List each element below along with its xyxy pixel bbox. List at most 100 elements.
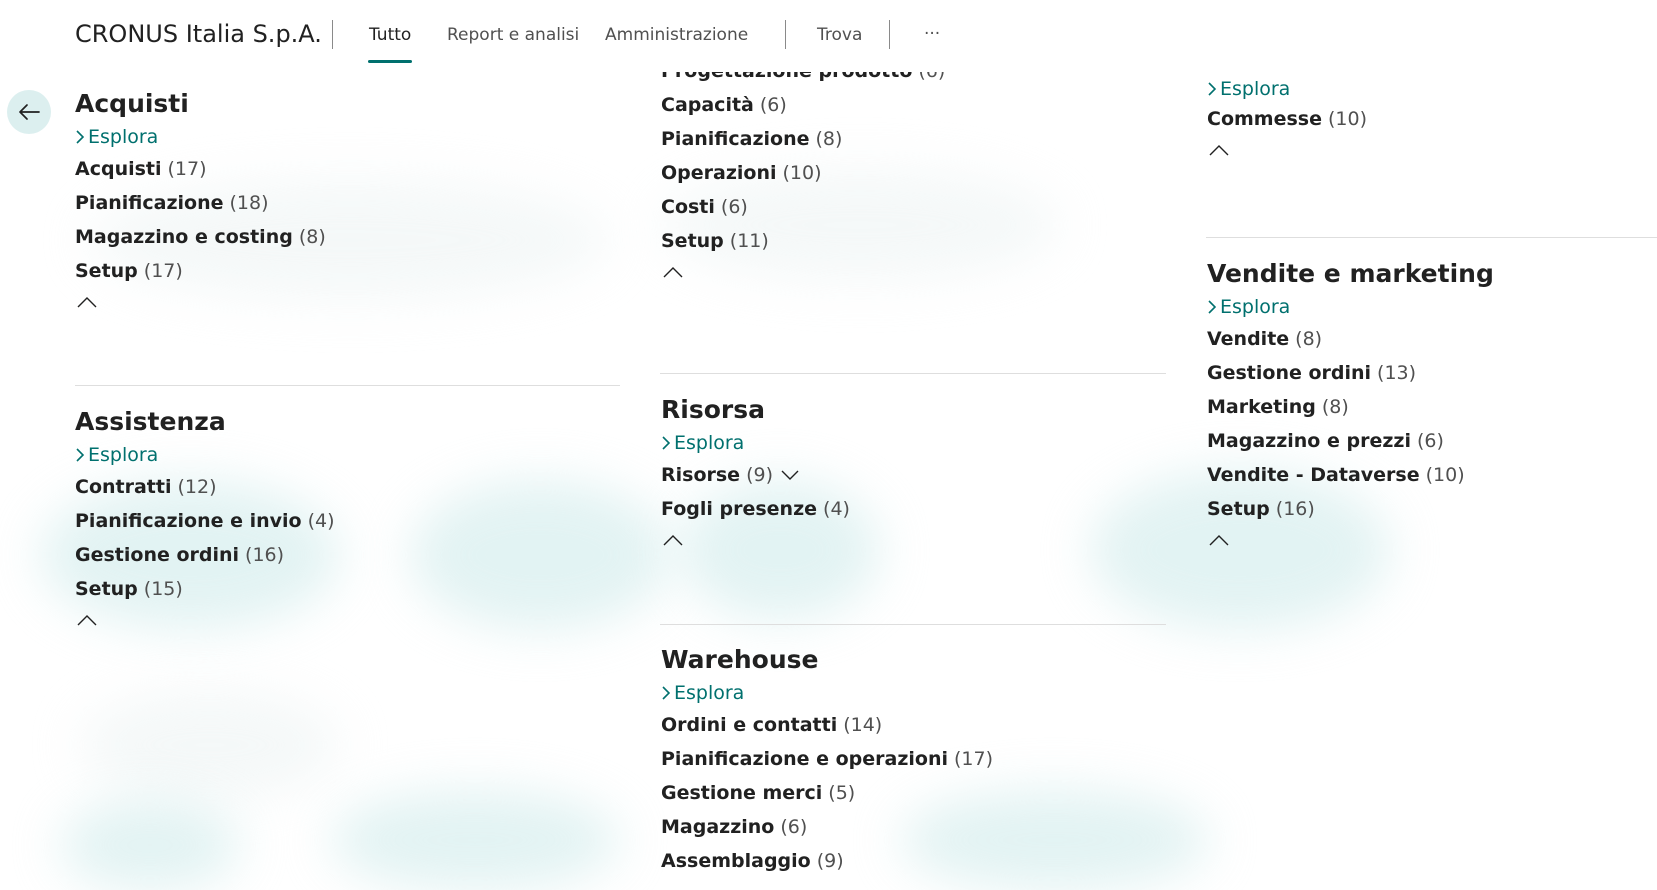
- list-item[interactable]: Setup (16): [1207, 492, 1494, 526]
- group-vendite-e-marketing: Vendite e marketing Esplora Vendite (8) G…: [1207, 256, 1494, 554]
- clipped-explore-wrapper: Esplora: [1207, 72, 1367, 104]
- item-count: (9): [816, 850, 844, 872]
- tab-report-e-analisi[interactable]: Report e analisi: [447, 25, 579, 45]
- list-item[interactable]: Risorse (9): [661, 458, 850, 492]
- collapse-button[interactable]: [661, 526, 850, 554]
- list-item[interactable]: Ordini e contatti (14): [661, 708, 993, 742]
- explore-label: Esplora: [674, 682, 745, 704]
- item-name: Setup: [75, 578, 138, 600]
- list-item[interactable]: Magazzino e costing (8): [75, 220, 326, 254]
- list-item[interactable]: Marketing (8): [1207, 390, 1494, 424]
- item-name: Magazzino: [661, 816, 775, 838]
- list-item[interactable]: Pianificazione (18): [75, 186, 326, 220]
- list-item[interactable]: Commesse (10): [1207, 102, 1367, 136]
- item-name: Costi: [661, 196, 715, 218]
- item-count: (16): [1275, 498, 1315, 520]
- item-count: (10): [782, 162, 822, 184]
- list-item[interactable]: Setup (11): [661, 224, 945, 258]
- item-name: Setup: [661, 230, 724, 252]
- group-title: Assistenza: [75, 407, 226, 436]
- list-item[interactable]: Gestione ordini (13): [1207, 356, 1494, 390]
- list-item[interactable]: Setup (15): [75, 572, 335, 606]
- item-name: Pianificazione: [75, 192, 224, 214]
- back-button[interactable]: [7, 90, 51, 134]
- item-count: (4): [307, 510, 335, 532]
- list-item[interactable]: Contratti (12): [75, 470, 335, 504]
- collapse-button[interactable]: [75, 606, 335, 634]
- explore-link[interactable]: Esplora: [661, 428, 850, 458]
- list-item[interactable]: Setup (17): [75, 254, 326, 288]
- tab-tutto[interactable]: Tutto: [369, 25, 411, 45]
- arrow-left-icon: [19, 104, 40, 120]
- chevron-up-icon: [77, 297, 97, 308]
- item-name: Vendite: [1207, 328, 1290, 350]
- list-item[interactable]: Operazioni (10): [661, 156, 945, 190]
- active-tab-indicator: [368, 60, 412, 63]
- list-item[interactable]: Pianificazione e invio (4): [75, 504, 335, 538]
- group-title: Vendite e marketing: [1207, 259, 1494, 288]
- list-item[interactable]: Acquisti (17): [75, 152, 326, 186]
- top-navigation-bar: CRONUS Italia S.p.A. Tutto Report e anal…: [0, 0, 1657, 72]
- list-item[interactable]: Pianificazione (8): [661, 122, 945, 156]
- item-name: Gestione ordini: [75, 544, 240, 566]
- list-item[interactable]: Vendite - Dataverse (10): [1207, 458, 1494, 492]
- item-count: (8): [1321, 396, 1349, 418]
- list-item[interactable]: Pianificazione e operazioni (17): [661, 742, 993, 776]
- list-item[interactable]: Magazzino e prezzi (6): [1207, 424, 1494, 458]
- item-count: (8): [1295, 328, 1323, 350]
- item-name: Operazioni: [661, 162, 777, 184]
- explore-link[interactable]: Esplora: [75, 440, 335, 470]
- list-item[interactable]: Gestione ordini (16): [75, 538, 335, 572]
- item-name: Assemblaggio: [661, 850, 811, 872]
- item-count: (4): [823, 498, 850, 520]
- item-name: Marketing: [1207, 396, 1316, 418]
- chevron-up-icon: [1209, 535, 1229, 546]
- explore-link[interactable]: Esplora: [1207, 74, 1367, 104]
- group-title: Acquisti: [75, 89, 189, 118]
- item-count: (8): [298, 226, 326, 248]
- chevron-right-icon: [1208, 82, 1216, 96]
- explore-label: Esplora: [674, 432, 745, 454]
- collapse-button[interactable]: [75, 288, 326, 316]
- collapse-button[interactable]: [1207, 526, 1494, 554]
- list-item[interactable]: Magazzino (6): [661, 810, 993, 844]
- list-item[interactable]: Vendite (8): [1207, 322, 1494, 356]
- tab-amministrazione[interactable]: Amministrazione: [605, 25, 748, 45]
- item-name: Pianificazione e invio: [75, 510, 302, 532]
- company-name[interactable]: CRONUS Italia S.p.A.: [75, 20, 322, 48]
- chevron-down-icon[interactable]: [781, 470, 799, 481]
- explore-link[interactable]: Esplora: [75, 122, 326, 152]
- explore-link[interactable]: Esplora: [1207, 292, 1494, 322]
- item-count: (10): [1425, 464, 1465, 486]
- group-warehouse: Warehouse Esplora Ordini e contatti (14) …: [661, 642, 993, 878]
- group-assistenza: Assistenza Esplora Contratti (12) Pianifi…: [75, 404, 335, 634]
- item-count: (5): [828, 782, 856, 804]
- item-count: (17): [143, 260, 183, 282]
- collapse-button[interactable]: [661, 258, 945, 286]
- find-button[interactable]: Trova: [817, 25, 862, 45]
- item-count: (8): [815, 128, 843, 150]
- group-divider: [1206, 237, 1657, 238]
- list-item[interactable]: Progettazione prodotto (6): [661, 72, 945, 88]
- group-divider: [660, 373, 1166, 374]
- item-name: Pianificazione: [661, 128, 810, 150]
- group-divider: [75, 385, 620, 386]
- item-name: Fogli presenze: [661, 498, 818, 520]
- item-count: (9): [746, 464, 773, 486]
- list-item[interactable]: Costi (6): [661, 190, 945, 224]
- list-item[interactable]: Fogli presenze (4): [661, 492, 850, 526]
- header-separator: [785, 20, 786, 49]
- explore-link[interactable]: Esplora: [661, 678, 993, 708]
- more-button[interactable]: ···: [924, 24, 940, 44]
- item-name: Progettazione prodotto: [661, 72, 912, 88]
- list-item[interactable]: Assemblaggio (9): [661, 844, 993, 878]
- chevron-up-icon: [663, 267, 683, 278]
- collapse-button[interactable]: [1207, 136, 1367, 164]
- group-title: Warehouse: [661, 645, 819, 674]
- list-item[interactable]: Gestione merci (5): [661, 776, 993, 810]
- chevron-right-icon: [662, 686, 670, 700]
- item-name: Gestione ordini: [1207, 362, 1372, 384]
- item-count: (17): [954, 748, 994, 770]
- item-name: Pianificazione e operazioni: [661, 748, 949, 770]
- item-count: (14): [843, 714, 883, 736]
